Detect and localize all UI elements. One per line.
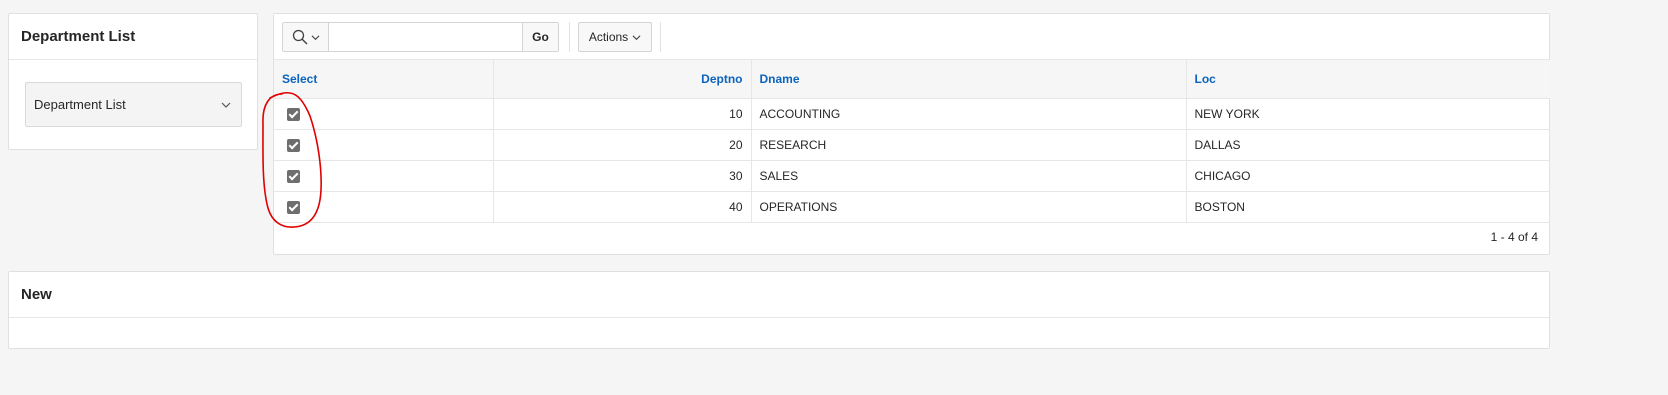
row-checkbox[interactable] [287, 138, 300, 152]
loc-cell: CHICAGO [1186, 160, 1550, 192]
table-row: 10 ACCOUNTING NEW YORK [274, 98, 1550, 130]
chevron-down-icon [311, 34, 319, 40]
loc-cell: DALLAS [1186, 129, 1550, 161]
region-title: New [21, 286, 52, 303]
row-checkbox[interactable] [287, 107, 300, 121]
region-header: New [9, 272, 1549, 318]
dname-cell: RESEARCH [751, 129, 1187, 161]
go-button[interactable]: Go [522, 23, 558, 51]
toolbar-divider [660, 22, 661, 52]
report-region: Go Actions Select Deptno Dname Loc 10 AC… [273, 13, 1550, 255]
select-cell [274, 98, 494, 130]
dname-cell: OPERATIONS [751, 191, 1187, 223]
search-column-button[interactable] [283, 23, 329, 51]
pagination-label: 1 - 4 of 4 [1490, 230, 1538, 244]
table-header-row: Select Deptno Dname Loc [274, 60, 1550, 99]
department-list-region: Department List Department List [8, 13, 258, 150]
select-cell [274, 129, 494, 161]
loc-cell: NEW YORK [1186, 98, 1550, 130]
region-header: Department List [9, 14, 257, 60]
table-row: 30 SALES CHICAGO [274, 160, 1550, 192]
deptno-cell: 40 [493, 191, 752, 223]
chevron-down-icon [221, 102, 231, 108]
region-title: Department List [21, 28, 136, 45]
table-row: 20 RESEARCH DALLAS [274, 129, 1550, 161]
row-checkbox[interactable] [287, 200, 300, 214]
column-header-select[interactable]: Select [274, 60, 494, 99]
deptno-cell: 20 [493, 129, 752, 161]
page: Department List Department List Go Actio… [0, 0, 1668, 395]
select-cell [274, 191, 494, 223]
search-group: Go [282, 22, 559, 52]
deptno-cell: 10 [493, 98, 752, 130]
toolbar-divider [569, 22, 570, 52]
column-header-dname[interactable]: Dname [751, 60, 1187, 99]
column-header-loc[interactable]: Loc [1186, 60, 1550, 99]
department-list-select[interactable]: Department List [25, 82, 242, 127]
column-header-deptno[interactable]: Deptno [493, 60, 752, 99]
actions-label: Actions [588, 30, 629, 44]
table-row: 40 OPERATIONS BOSTON [274, 191, 1550, 223]
actions-button[interactable]: Actions [578, 22, 652, 52]
dname-cell: ACCOUNTING [751, 98, 1187, 130]
select-value: Department List [34, 97, 126, 112]
search-icon [292, 29, 307, 45]
loc-cell: BOSTON [1186, 191, 1550, 223]
row-checkbox[interactable] [287, 169, 300, 183]
dname-cell: SALES [751, 160, 1187, 192]
select-cell [274, 160, 494, 192]
report-toolbar: Go Actions [274, 14, 1549, 60]
department-table: Select Deptno Dname Loc 10 ACCOUNTING NE… [274, 60, 1550, 223]
new-region: New [8, 271, 1550, 349]
deptno-cell: 30 [493, 160, 752, 192]
chevron-down-icon [632, 34, 641, 40]
search-input[interactable] [329, 23, 522, 51]
